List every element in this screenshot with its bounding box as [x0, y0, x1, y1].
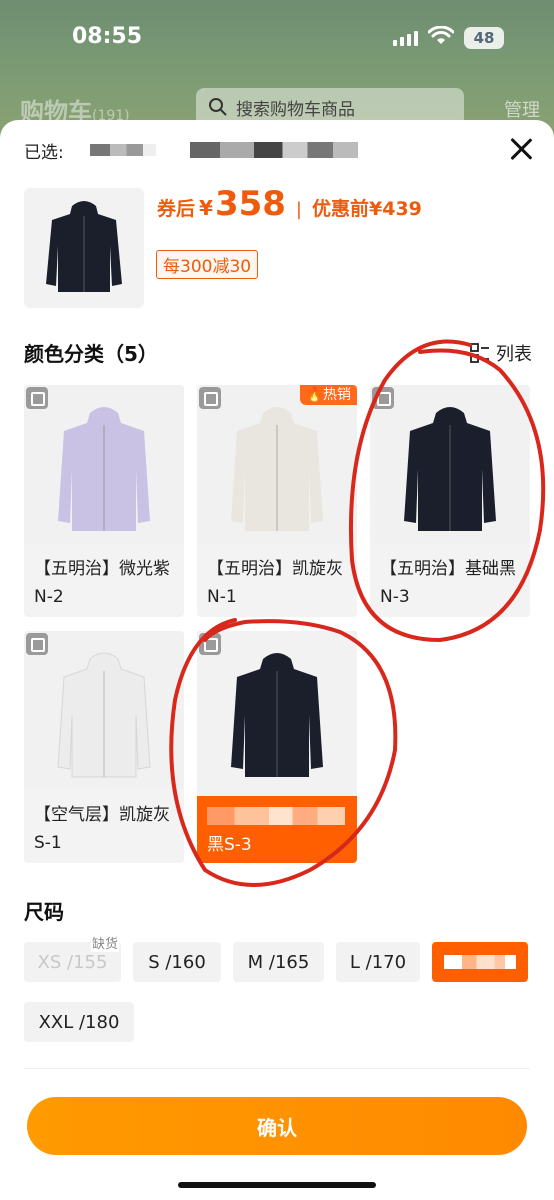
before-discount-price: ¥439	[369, 198, 422, 220]
redacted-option-text	[207, 807, 345, 825]
size-option[interactable]: M /165	[233, 942, 324, 982]
confirm-button[interactable]: 确认	[27, 1097, 527, 1155]
hot-sale-badge: 🔥热销	[299, 385, 357, 405]
battery-icon: 48	[464, 27, 504, 49]
color-option-label: 黑S-3	[207, 835, 252, 855]
price-row: 券后 ¥ 358 | 优惠前 ¥439	[157, 184, 422, 224]
color-option-image	[24, 385, 184, 543]
before-discount-label: 优惠前	[312, 198, 370, 220]
color-option-image	[370, 385, 530, 543]
size-section-title: 尺码	[24, 900, 64, 924]
divider	[24, 1068, 530, 1069]
size-option[interactable]: XXL /180	[24, 1002, 134, 1042]
color-section-title: 颜色分类（5）	[24, 342, 158, 366]
after-coupon-label: 券后	[157, 198, 196, 220]
size-option-label: S /160	[148, 951, 206, 973]
color-option-label: 【空气层】凯旋灰S-1	[34, 805, 170, 853]
list-view-toggle[interactable]: 列表	[470, 340, 532, 366]
list-view-label: 列表	[496, 344, 532, 365]
list-icon	[470, 343, 489, 363]
hot-sale-label: 热销	[323, 387, 351, 403]
redacted-size-text	[444, 955, 516, 969]
wifi-icon	[428, 26, 454, 44]
product-thumbnail	[24, 188, 144, 308]
home-indicator	[178, 1182, 376, 1188]
price-separator: |	[295, 199, 302, 220]
redacted-selected-text	[190, 142, 358, 158]
redacted-selected-text	[90, 144, 156, 156]
color-option-image	[24, 631, 184, 789]
color-option-label: 【五明治】微光紫N-2	[34, 559, 170, 607]
size-option[interactable]: S /160	[133, 942, 221, 982]
size-option-label: XXL /180	[38, 1011, 120, 1033]
size-option-label: M /165	[247, 951, 310, 973]
status-time: 08:55	[72, 24, 143, 49]
zoom-icon[interactable]	[199, 633, 221, 655]
color-option-image	[197, 385, 357, 543]
currency-symbol: ¥	[199, 196, 213, 220]
color-option-label: 【五明治】基础黑N-3	[380, 559, 516, 607]
promo-tag: 每300减30	[156, 250, 259, 279]
sku-selector-sheet: 已选: 券后 ¥ 358 | 优惠前 ¥439 每300减30 颜色分类（5） …	[0, 120, 554, 1200]
color-option[interactable]: 【五明治】微光紫N-2	[24, 385, 184, 617]
size-option-disabled: XS /155 缺货	[24, 933, 121, 982]
color-option-selected[interactable]: 黑S-3	[197, 631, 357, 863]
zoom-icon[interactable]	[26, 387, 48, 409]
color-option-image	[197, 631, 357, 796]
color-option[interactable]: 【空气层】凯旋灰S-1	[24, 631, 184, 863]
size-option-label: XS /155	[37, 951, 108, 973]
close-icon[interactable]	[508, 136, 534, 162]
zoom-icon[interactable]	[26, 633, 48, 655]
color-option[interactable]: 【五明治】基础黑N-3	[370, 385, 530, 617]
zoom-icon[interactable]	[199, 387, 221, 409]
signal-icon	[393, 30, 418, 46]
zoom-icon[interactable]	[372, 387, 394, 409]
search-icon	[209, 98, 227, 116]
size-option-label: L /170	[349, 951, 407, 973]
after-coupon-price: 358	[214, 184, 286, 224]
manage-button: 管理	[504, 100, 540, 121]
color-option-label: 【五明治】凯旋灰N-1	[207, 559, 343, 607]
color-option[interactable]: 🔥热销 【五明治】凯旋灰N-1	[197, 385, 357, 617]
out-of-stock-tag: 缺货	[90, 933, 119, 952]
selected-label: 已选:	[24, 143, 64, 163]
status-bar: 08:55 48	[0, 22, 554, 54]
size-option[interactable]: L /170	[336, 942, 420, 982]
size-option-selected[interactable]	[432, 942, 528, 982]
search-placeholder: 搜索购物车商品	[236, 99, 355, 120]
